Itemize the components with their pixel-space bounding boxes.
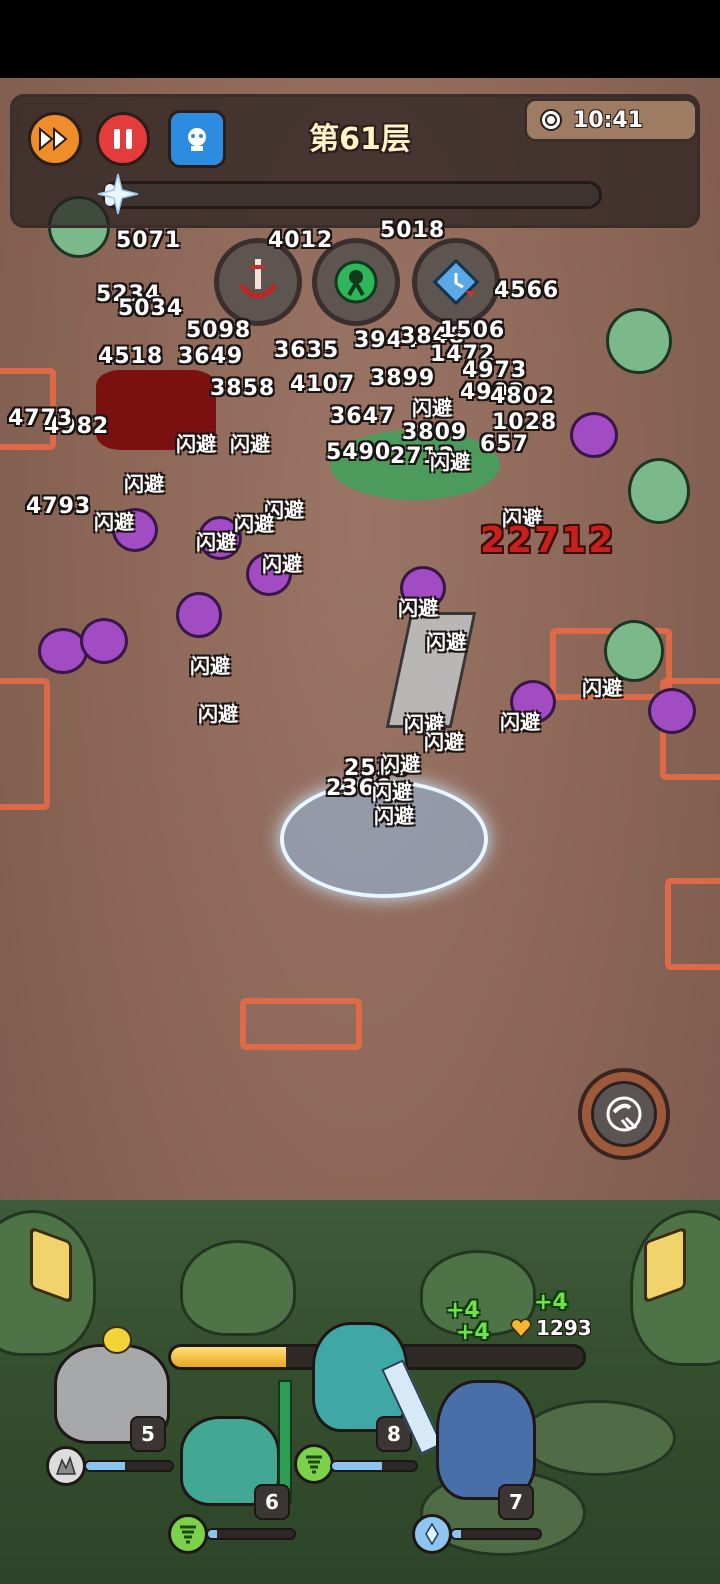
hero-level: 7 <box>498 1484 534 1520</box>
dodge-label: 闪避 <box>426 630 466 654</box>
timer-text: 10:41 <box>573 107 644 133</box>
enemy-spider <box>570 412 618 458</box>
gold-amount: 1293 <box>536 1316 592 1340</box>
dodge-label: 闪避 <box>230 432 270 456</box>
damage-number: 657 <box>480 432 529 457</box>
knight-body <box>436 1380 536 1500</box>
hero-hp-fill <box>332 1462 383 1470</box>
tornado-icon <box>180 1525 196 1544</box>
hero-level: 5 <box>130 1416 166 1452</box>
hero-hp-bar <box>84 1460 174 1472</box>
tornado-icon <box>306 1455 322 1474</box>
damage-number: 3858 <box>210 376 276 401</box>
boss-card-button[interactable] <box>168 110 226 168</box>
damage-number: 4793 <box>26 494 92 519</box>
hero-hp-fill <box>452 1530 461 1538</box>
damage-number: 4566 <box>494 278 560 303</box>
wave-progress-bar <box>102 181 602 209</box>
enemy-spider <box>648 688 696 734</box>
hero-level: 6 <box>254 1484 290 1520</box>
dodge-label: 闪避 <box>374 804 414 828</box>
hero-ice-knight[interactable]: 7 <box>381 1359 556 1560</box>
sword-skill-icon <box>239 259 277 299</box>
damage-number: 3899 <box>370 366 436 391</box>
hero-hp-bar <box>450 1528 542 1540</box>
ground-crack <box>0 678 50 810</box>
xp-gain-label: +4 <box>534 1290 568 1315</box>
damage-number: 5098 <box>186 318 252 343</box>
enemy-lizard <box>606 308 672 374</box>
hero-hp-fill <box>208 1530 217 1538</box>
dodge-label: 闪避 <box>262 552 302 576</box>
spark-icon <box>97 173 139 215</box>
dodge-label: 闪避 <box>176 432 216 456</box>
damage-number: 1506 <box>440 318 506 343</box>
dodge-label: 闪避 <box>380 752 420 776</box>
xp-gain-label: +4 <box>456 1320 490 1345</box>
skill-button-time[interactable] <box>412 238 500 326</box>
dodge-label: 闪避 <box>94 510 134 534</box>
damage-number: 4802 <box>490 384 556 409</box>
foliage <box>180 1240 296 1336</box>
dodge-label: 闪避 <box>198 702 238 726</box>
damage-number: 5034 <box>118 296 184 321</box>
hero-hp-bar <box>330 1460 418 1472</box>
dodge-label: 闪避 <box>500 710 540 734</box>
fast-forward-button[interactable] <box>28 112 82 166</box>
hero-hp-bar <box>206 1528 296 1540</box>
ultimate-skill-inner <box>591 1081 657 1147</box>
dodge-label: 闪避 <box>582 676 622 700</box>
pause-icon <box>114 129 132 149</box>
ground-crack <box>240 998 362 1050</box>
enemy-spider <box>80 618 128 664</box>
ground-crack <box>665 878 720 970</box>
dodge-label: 闪避 <box>190 654 230 678</box>
duck-on-head <box>102 1326 132 1354</box>
dodge-label: 闪避 <box>234 512 274 536</box>
pause-button[interactable] <box>96 112 150 166</box>
fast-forward-icon <box>39 127 68 151</box>
critical-damage-number: 22712 <box>480 520 616 561</box>
floor-title: 第61层 <box>309 122 411 157</box>
ice-class-badge <box>412 1514 452 1554</box>
boss-card-icon <box>188 128 206 151</box>
dodge-label: 闪避 <box>424 730 464 754</box>
dodge-label: 闪避 <box>398 596 438 620</box>
dodge-label: 闪避 <box>412 396 452 420</box>
damage-number: 4012 <box>268 228 334 253</box>
rock-class-icon <box>55 1455 77 1475</box>
timer-box: 10:41 <box>524 98 698 142</box>
poison-skill-icon <box>334 260 378 304</box>
damage-number: 5071 <box>116 228 182 253</box>
dodge-label: 闪避 <box>196 530 236 554</box>
damage-number: 3647 <box>330 404 396 429</box>
dodge-label: 闪避 <box>124 472 164 496</box>
heart-icon <box>510 1318 532 1338</box>
ice-crystal-icon <box>425 1522 439 1546</box>
gold-counter: 1293 <box>510 1316 592 1340</box>
damage-number: 4107 <box>290 372 356 397</box>
damage-number: 3649 <box>178 344 244 369</box>
enemy-spider <box>176 592 222 638</box>
dodge-label: 闪避 <box>430 450 470 474</box>
ultimate-skill-button[interactable] <box>578 1068 670 1160</box>
clock-icon <box>540 109 562 131</box>
damage-number: 3635 <box>274 338 340 363</box>
rock-class-badge <box>46 1446 86 1486</box>
damage-number: 4518 <box>98 344 164 369</box>
damage-number: 5490 <box>326 440 392 465</box>
wind-class-badge <box>168 1514 208 1554</box>
time-slow-skill-icon <box>432 258 480 306</box>
damage-number: 3809 <box>402 420 468 445</box>
damage-number: 5018 <box>380 218 446 243</box>
wind-class-badge <box>294 1444 334 1484</box>
enemy-lizard <box>628 458 690 524</box>
ultimate-claw-icon <box>606 1096 642 1132</box>
damage-number: 4773 <box>8 406 74 431</box>
hero-hp-fill <box>86 1462 125 1470</box>
